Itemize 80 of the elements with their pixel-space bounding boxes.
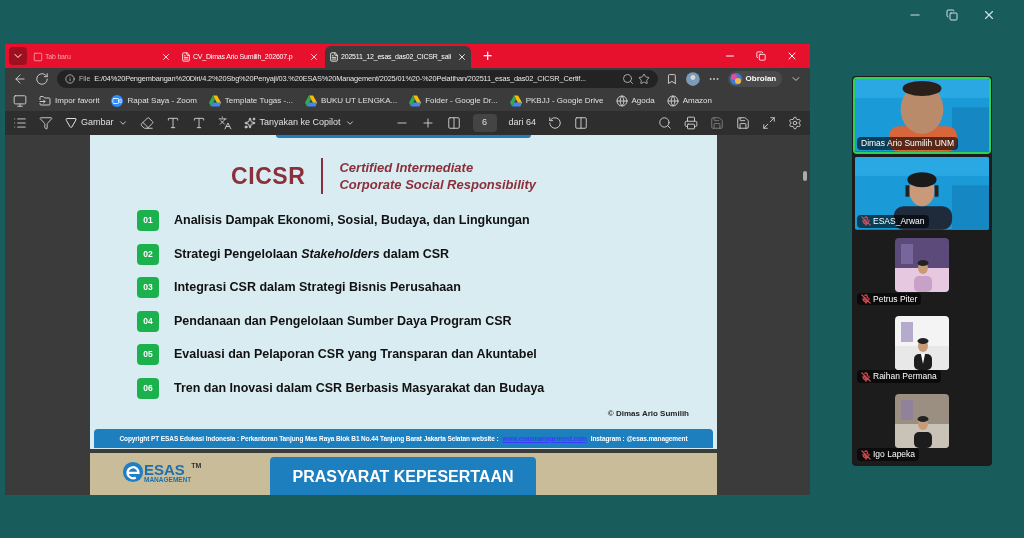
participant-name: ESAS_Arwan: [873, 214, 925, 228]
triangle-icon: [304, 94, 317, 107]
topic-text: Strategi Pengelolaan Stakeholders dalam CSR: [174, 245, 450, 263]
pdf-icon: [181, 52, 191, 62]
restore-icon[interactable]: [756, 51, 766, 61]
copilot-icon: [729, 73, 742, 85]
section-banner: PRASYARAT KEPESERTAAN: [270, 457, 536, 495]
author-credit: © Dimas Ario Sumilih: [607, 407, 689, 420]
number-badge: 02: [137, 243, 159, 265]
copilot-button[interactable]: Tanyakan ke Copilot: [243, 116, 355, 130]
reload-icon[interactable]: [35, 72, 49, 86]
draw-button[interactable]: Gambar: [65, 116, 128, 130]
topic-text: Analisis Dampak Ekonomi, Sosial, Budaya, dan Lingkungan: [174, 212, 530, 230]
translate-icon[interactable]: [217, 116, 232, 130]
number-badge: 01: [137, 210, 159, 231]
info-icon[interactable]: [65, 74, 75, 84]
close-icon[interactable]: [786, 50, 798, 62]
video-camera-icon: [111, 94, 124, 107]
triangle-icon: [409, 94, 422, 107]
zoom-in-icon[interactable]: [420, 116, 435, 130]
participant-name: Raihan Permana: [873, 370, 937, 384]
participant-name: Igo Lapeka: [873, 448, 916, 461]
bookmark-item[interactable]: Folder - Google Dr...: [409, 94, 498, 107]
folder-icon: [39, 94, 51, 107]
close-tab-icon[interactable]: [161, 52, 171, 62]
number-badge: 06: [137, 377, 159, 399]
participant-name: Dimas Ario Sumilih UNM: [861, 137, 955, 150]
favorite-icon[interactable]: [638, 73, 651, 85]
save-as-icon[interactable]: [736, 116, 750, 130]
globe-icon: [615, 94, 628, 107]
pdf-icon: [329, 52, 339, 62]
slide-title: CICSR: [231, 161, 306, 191]
bookmark-item[interactable]: Amazon: [666, 94, 712, 107]
number-badge: 04: [137, 310, 159, 332]
number-badge: 05: [137, 344, 159, 365]
page-number-field[interactable]: 6: [472, 114, 497, 132]
bookmark-item[interactable]: Template Tugas -...: [208, 94, 293, 107]
avatar-icon[interactable]: [686, 72, 700, 86]
topic-text: Pendanaan dan Pengelolaan Sumber Daya Program CSR: [174, 312, 512, 330]
topic-text: Integrasi CSR dalam Strategi Bisnis Perusahaan: [174, 279, 461, 297]
slide-subtitle: Certified Intermediate Corporate Social Responsibility: [339, 159, 536, 193]
logo-text: ESAS: [144, 461, 185, 477]
triangle-icon: [509, 94, 522, 107]
close-tab-icon[interactable]: [457, 52, 467, 62]
close-tab-icon[interactable]: [309, 52, 319, 62]
topic-text: Evaluasi dan Pelaporan CSR yang Transparan dan Akuntabel: [174, 346, 537, 364]
participant-tile[interactable]: ESAS_Arwan: [853, 154, 991, 232]
tab-actions-button[interactable]: [9, 47, 27, 65]
bookmark-item[interactable]: Agoda: [615, 94, 655, 107]
topic-text: Tren dan Inovasi dalam CSR Berbasis Masyarakat dan Budaya: [174, 379, 545, 397]
bookmark-item[interactable]: Rapat Saya - Zoom: [111, 94, 197, 107]
number-badge: 03: [137, 277, 159, 298]
favorites-icon[interactable]: [666, 73, 678, 85]
bookmark-item[interactable]: Impor favorit: [39, 94, 100, 107]
contents-icon[interactable]: [13, 116, 27, 130]
back-icon[interactable]: [13, 72, 27, 86]
bookmark-item[interactable]: BUKU UT LENGKA...: [304, 94, 398, 107]
zoom-icon[interactable]: [622, 73, 635, 85]
chat-button[interactable]: Obrolan: [727, 71, 783, 87]
rotate-icon[interactable]: [548, 116, 563, 130]
new-tab-button[interactable]: +: [479, 48, 497, 64]
bookmark-item[interactable]: PKBJJ - Google Drive: [509, 94, 604, 107]
chevron-icon: [117, 118, 128, 128]
text-icon[interactable]: [165, 116, 180, 130]
chevron-icon: [344, 118, 355, 128]
logo-icon: [122, 461, 144, 483]
scrollbar[interactable]: [803, 171, 807, 181]
participant-tile[interactable]: Dimas Ario Sumilih UNM: [853, 77, 991, 154]
copilot-icon: [243, 117, 256, 129]
page-total: dari 64: [508, 116, 537, 130]
triangle-icon: [208, 94, 221, 107]
globe-icon: [666, 94, 679, 107]
search-icon[interactable]: [658, 116, 672, 130]
settings-icon[interactable]: [788, 116, 802, 130]
fullscreen-icon[interactable]: [762, 116, 776, 130]
restore-icon[interactable]: [946, 9, 958, 21]
eraser-icon[interactable]: [139, 116, 154, 130]
close-icon[interactable]: [982, 8, 996, 22]
print-icon[interactable]: [684, 116, 698, 130]
participant-name: Petrus Piter: [873, 292, 918, 306]
